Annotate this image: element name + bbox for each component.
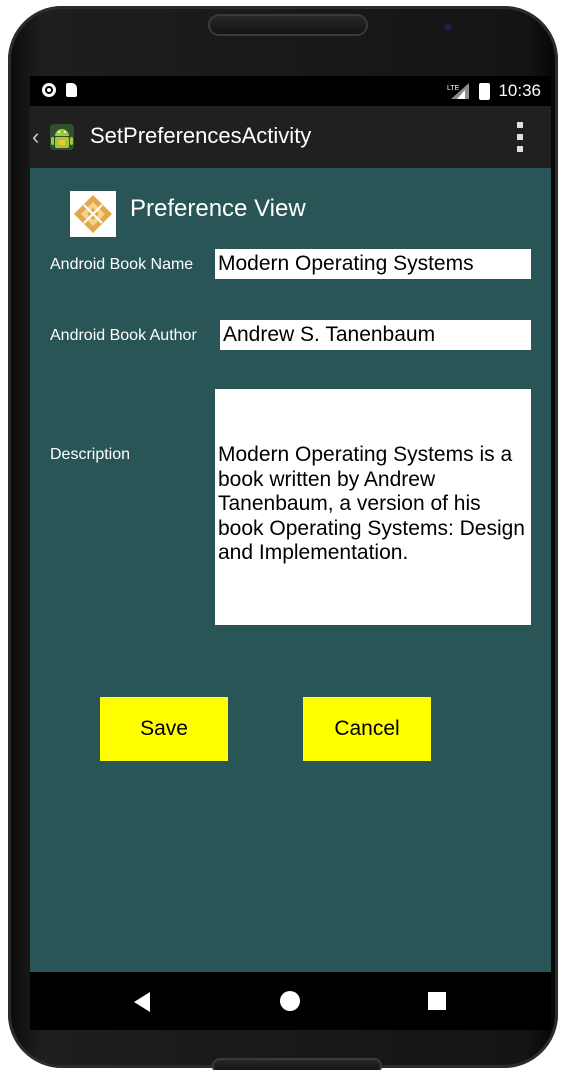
diamond-logo-icon	[70, 191, 116, 237]
book-author-label: Android Book Author	[50, 327, 197, 344]
status-bar: LTE 10:36	[30, 76, 551, 106]
front-camera	[444, 23, 452, 31]
android-app-icon[interactable]	[46, 120, 78, 154]
action-bar: ‹ SetPreferencesActivity	[30, 106, 551, 168]
book-name-label: Android Book Name	[50, 256, 194, 273]
bottom-speaker-grille	[212, 1058, 382, 1070]
status-time: 10:36	[498, 81, 541, 100]
signal-label: LTE	[447, 85, 460, 92]
back-triangle-icon[interactable]	[134, 992, 150, 1012]
top-speaker-grille	[208, 14, 368, 36]
device-screen: LTE 10:36 ‹ SetPreferencesActivity Prefe…	[30, 76, 551, 972]
save-button[interactable]: Save	[100, 697, 228, 761]
up-navigation-icon[interactable]: ‹	[32, 124, 39, 150]
description-label: Description	[50, 446, 131, 463]
navigation-bar	[30, 972, 551, 1030]
home-circle-icon[interactable]	[280, 991, 300, 1011]
recents-square-icon[interactable]	[428, 992, 446, 1010]
description-text: Modern Operating Systems is a book writt…	[218, 443, 525, 564]
book-name-field[interactable]: Modern Operating Systems	[215, 249, 531, 279]
description-field[interactable]: Modern Operating Systems is a book writt…	[215, 389, 531, 625]
signal-icon: LTE	[447, 82, 471, 100]
preference-title: Preference View	[130, 195, 306, 222]
overflow-menu-icon[interactable]	[517, 122, 523, 152]
notification-dot-icon	[42, 83, 56, 97]
battery-icon	[479, 82, 491, 100]
activity-title: SetPreferencesActivity	[90, 123, 312, 148]
cancel-button[interactable]: Cancel	[303, 697, 431, 761]
book-author-field[interactable]: Andrew S. Tanenbaum	[220, 320, 531, 350]
sd-card-icon	[66, 83, 77, 97]
